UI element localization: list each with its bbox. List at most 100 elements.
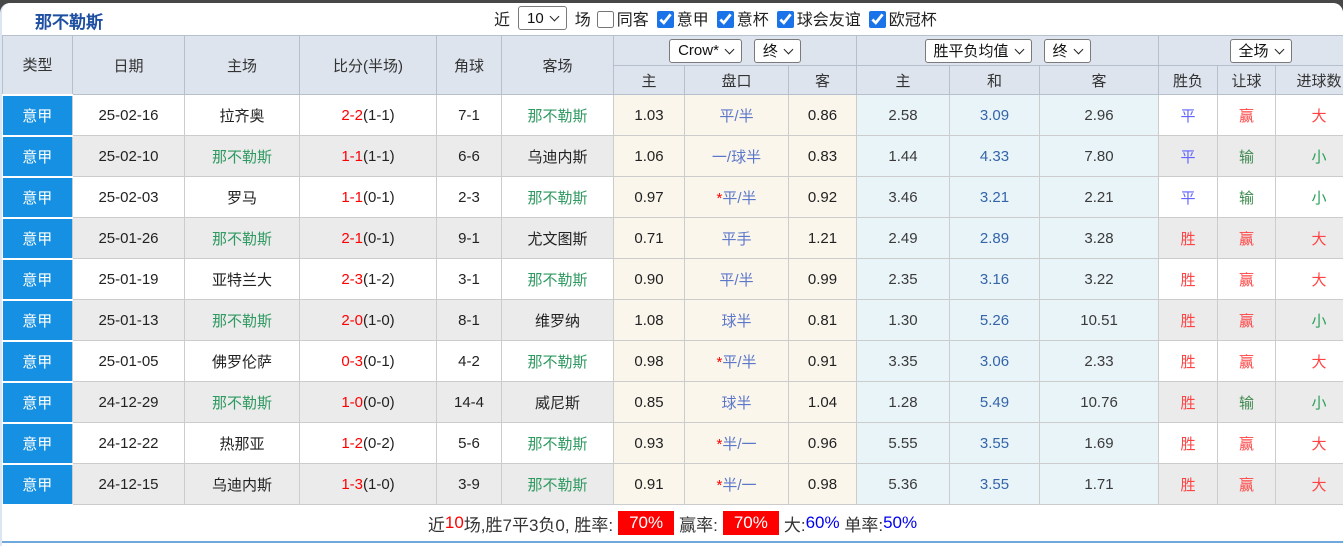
summary-text: 大: (783, 515, 806, 535)
filter-checkbox-5[interactable] (868, 11, 886, 28)
matches-table: 类型 日期 主场 比分(半场) 角球 客场 Crow* 终 胜平负均值 终 全场… (2, 35, 1343, 506)
halftime-score: (0-1) (363, 229, 395, 247)
avg-home-odds: 1.44 (856, 135, 951, 177)
filter-checkbox-2[interactable] (656, 11, 674, 28)
filter-checkbox-4[interactable] (776, 11, 794, 28)
avg-time-value: 终 (1052, 43, 1068, 60)
scope-select[interactable]: 全场 (1229, 38, 1292, 63)
subheader-avg-home: 主 (856, 65, 951, 95)
avg-draw-odds: 3.55 (949, 463, 1041, 505)
corners-cell: 3-9 (436, 463, 502, 505)
halftime-score: (1-2) (363, 270, 395, 288)
odds-time-select[interactable]: 终 (753, 38, 801, 63)
handicap-result-cell: 输 (1217, 135, 1277, 177)
avg-away-odds: 3.28 (1039, 217, 1160, 259)
avg-type-select[interactable]: 胜平负均值 (924, 38, 1032, 63)
handicap-cell: 平/半 (684, 258, 789, 300)
handicap-result-cell: 输 (1217, 381, 1277, 423)
result-cell: 平 (1158, 135, 1219, 177)
topbar: 那不勒斯 近 10 场 同客 意甲 意杯 球会友谊 欧冠杯 (2, 3, 1343, 35)
corners-cell: 8-1 (436, 299, 502, 341)
handicap-cell: 球半 (684, 299, 789, 341)
odds-away: 0.86 (787, 94, 858, 136)
goals-result-cell: 大 (1275, 94, 1343, 136)
home-team: 那不勒斯 (184, 217, 300, 259)
handicap-line: 平/半 (722, 189, 757, 207)
corners-cell: 9-1 (436, 217, 502, 259)
fulltime-score: 2-3 (341, 270, 363, 288)
score-cell: 2-3(1-2) (299, 258, 437, 300)
score-cell: 1-0(0-0) (299, 381, 437, 423)
match-date: 25-01-05 (72, 340, 185, 382)
match-date: 25-02-16 (72, 94, 185, 136)
match-row: 意甲 25-02-16 拉齐奥 2-2(1-1) 7-1 那不勒斯 1.03 平/半 0.86 2… (2, 93, 1343, 137)
result-cell: 胜 (1158, 463, 1219, 505)
goals-result-cell: 小 (1275, 299, 1343, 341)
away-team: 那不勒斯 (501, 422, 614, 464)
halftime-score: (0-0) (363, 393, 395, 411)
col-header-home: 主场 (184, 35, 300, 95)
away-team: 威尼斯 (501, 381, 614, 423)
handicap-result-cell: 赢 (1217, 340, 1277, 382)
summary-text: 单率: (839, 515, 884, 535)
score-cell: 1-1(0-1) (299, 176, 437, 218)
home-team: 热那亚 (184, 422, 300, 464)
match-row: 意甲 25-01-19 亚特兰大 2-3(1-2) 3-1 那不勒斯 0.90 平/半 0.99… (2, 257, 1343, 301)
match-date: 24-12-29 (72, 381, 185, 423)
subheader-goals: 进球数 (1275, 65, 1343, 95)
match-row: 意甲 25-02-03 罗马 1-1(0-1) 2-3 那不勒斯 0.97 *平/半 0.92 3… (2, 175, 1343, 219)
handicap-line: 平/半 (719, 271, 754, 289)
filter-checkbox-3[interactable] (716, 11, 734, 28)
avg-home-odds: 5.36 (856, 463, 951, 505)
away-team: 乌迪内斯 (501, 135, 614, 177)
subheader-covered: 让球 (1217, 65, 1277, 95)
corners-cell: 3-1 (436, 258, 502, 300)
match-date: 25-02-03 (72, 176, 185, 218)
score-cell: 2-2(1-1) (299, 94, 437, 136)
avg-home-odds: 2.49 (856, 217, 951, 259)
corners-cell: 6-6 (436, 135, 502, 177)
goals-result-cell: 小 (1275, 381, 1343, 423)
goals-result-cell: 小 (1275, 135, 1343, 177)
result-cell: 胜 (1158, 422, 1219, 464)
home-team: 那不勒斯 (184, 135, 300, 177)
league-badge: 意甲 (2, 462, 73, 506)
chevron-down-icon (783, 44, 794, 54)
handicap-result-cell: 赢 (1217, 463, 1277, 505)
home-team: 那不勒斯 (184, 299, 300, 341)
odds-home: 0.90 (613, 258, 685, 300)
col-header-corners: 角球 (436, 35, 502, 95)
subheader-odds-home: 主 (613, 65, 685, 95)
odds-home: 0.98 (613, 340, 685, 382)
odds-time-value: 终 (762, 43, 778, 60)
avg-time-select[interactable]: 终 (1043, 38, 1091, 63)
home-team: 拉齐奥 (184, 94, 300, 136)
home-team: 罗马 (184, 176, 300, 218)
filter-controls: 近 10 场 同客 意甲 意杯 球会友谊 欧冠杯 (494, 6, 939, 30)
result-cell: 平 (1158, 94, 1219, 136)
odds-company-select[interactable]: Crow* (669, 38, 742, 63)
recent-count-select[interactable]: 10 (518, 6, 567, 30)
avg-away-odds: 10.51 (1039, 299, 1160, 341)
handicap-line: 一/球半 (711, 148, 762, 166)
handicap-cell: *平/半 (684, 340, 789, 382)
scope-value: 全场 (1238, 43, 1269, 60)
team-title: 那不勒斯 (35, 13, 103, 32)
handicap-line: 平手 (721, 230, 752, 248)
result-cell: 胜 (1158, 258, 1219, 300)
fulltime-score: 1-1 (341, 188, 363, 206)
avg-draw-odds: 2.89 (949, 217, 1041, 259)
subheader-avg-draw: 和 (949, 65, 1041, 95)
league-badge: 意甲 (2, 93, 73, 137)
home-team: 佛罗伦萨 (184, 340, 300, 382)
handicap-cell: 球半 (684, 381, 789, 423)
odds-away: 0.98 (787, 463, 858, 505)
scope-select-group: 全场 (1158, 35, 1343, 66)
recent-label: 近 (494, 12, 511, 29)
handicap-cell: 平手 (684, 217, 789, 259)
away-team: 那不勒斯 (501, 258, 614, 300)
odds-home: 1.06 (613, 135, 685, 177)
goals-result-cell: 大 (1275, 258, 1343, 300)
filter-checkbox-1[interactable] (596, 11, 614, 28)
avg-away-odds: 3.22 (1039, 258, 1160, 300)
